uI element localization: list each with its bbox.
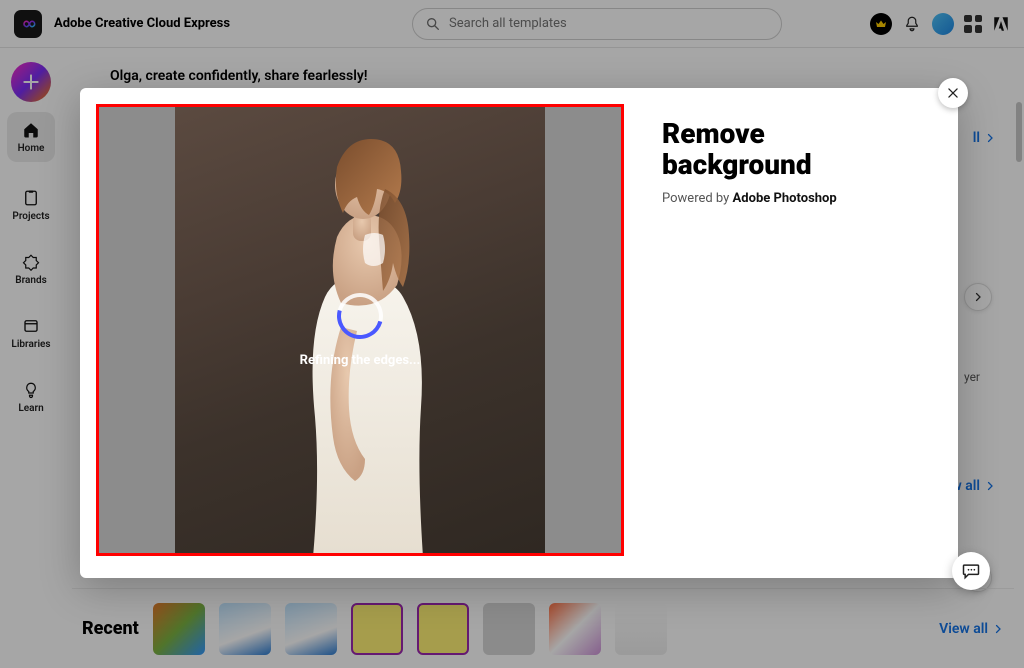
loading-overlay: Refining the edges... — [175, 107, 545, 553]
close-button[interactable] — [938, 78, 968, 108]
chat-icon — [961, 561, 981, 581]
image-frame: Refining the edges... — [96, 104, 624, 556]
modal-title: Removebackground — [662, 118, 936, 181]
modal-info-panel: Removebackground Powered by Adobe Photos… — [640, 88, 958, 578]
help-button[interactable] — [952, 552, 990, 590]
loading-status-text: Refining the edges... — [300, 353, 421, 368]
remove-background-modal: Refining the edges... Removebackground P… — [80, 88, 958, 578]
modal-subtitle: Powered by Adobe Photoshop — [662, 191, 936, 206]
modal-image-panel: Refining the edges... — [80, 88, 640, 578]
uploaded-image: Refining the edges... — [175, 107, 545, 553]
close-icon — [946, 86, 960, 100]
loading-spinner-icon — [329, 284, 392, 347]
